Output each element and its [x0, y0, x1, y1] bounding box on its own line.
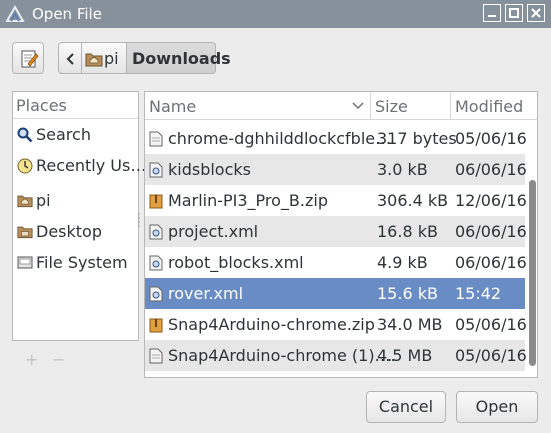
- archive-icon: [149, 194, 163, 209]
- file-modified: 12/06/16: [455, 191, 527, 210]
- xml-file-icon: [149, 255, 163, 271]
- cancel-button[interactable]: Cancel: [366, 391, 446, 423]
- desktop-folder-icon: [17, 226, 33, 239]
- add-place-button[interactable]: +: [25, 350, 38, 369]
- xml-file-icon: [149, 224, 163, 240]
- minimize-icon: [488, 15, 496, 17]
- file-name: Snap4Arduino-chrome.zip: [168, 315, 375, 334]
- column-header-name[interactable]: Name: [145, 92, 371, 120]
- file-name: robot_blocks.xml: [168, 253, 304, 272]
- xml-file-icon: [149, 162, 163, 178]
- file-size: 16.8 kB: [377, 222, 438, 241]
- maximize-icon: [509, 8, 519, 18]
- place-label: File System: [36, 253, 128, 272]
- close-button[interactable]: [527, 4, 545, 22]
- file-modified: 06/06/16: [455, 222, 527, 241]
- place-label: Recently Us…: [36, 156, 147, 175]
- type-filename-button[interactable]: [12, 42, 44, 74]
- path-button-downloads[interactable]: Downloads: [127, 42, 231, 74]
- path-label-pi: pi: [104, 49, 119, 68]
- place-label: pi: [36, 191, 51, 210]
- chevron-down-icon: [352, 102, 364, 110]
- app-logo-icon: [5, 4, 25, 22]
- path-button-pi[interactable]: pi: [82, 42, 127, 74]
- path-back-button[interactable]: [58, 42, 82, 74]
- minimize-button[interactable]: [483, 4, 501, 22]
- text-file-icon: [149, 348, 163, 364]
- file-modified: 05/06/16: [455, 346, 527, 365]
- file-row-selected[interactable]: rover.xml 15.6 kB 15:42: [145, 278, 525, 309]
- path-label-downloads: Downloads: [132, 49, 231, 68]
- file-size: 34.0 MB: [377, 315, 443, 334]
- file-modified: 06/06/16: [455, 160, 527, 179]
- maximize-button[interactable]: [505, 4, 523, 22]
- file-name: project.xml: [168, 222, 259, 241]
- file-name: Snap4Arduino-chrome (1)….: [168, 346, 396, 365]
- file-size: 4.9 kB: [377, 253, 428, 272]
- file-row[interactable]: Marlin-PI3_Pro_B.zip 306.4 kB 12/06/16: [145, 185, 527, 216]
- file-name: rover.xml: [168, 284, 244, 303]
- drive-icon: [17, 256, 33, 269]
- archive-icon: [149, 318, 163, 333]
- scrollbar-thumb[interactable]: [529, 180, 536, 366]
- file-modified: 06/06/16: [455, 253, 527, 272]
- search-icon: [17, 127, 33, 143]
- file-size: 306.4 kB: [377, 191, 449, 210]
- file-row[interactable]: chrome-dghhilddlockcfble… 317 bytes 05/0…: [145, 123, 527, 154]
- file-size: 15.6 kB: [377, 284, 438, 303]
- file-list[interactable]: Name Size Modified chrome-dghhilddlockcf…: [144, 91, 538, 378]
- title-bar[interactable]: Open File: [0, 0, 551, 28]
- file-row[interactable]: kidsblocks 3.0 kB 06/06/16: [145, 154, 527, 185]
- pane-splitter-handle[interactable]: [138, 212, 140, 228]
- window-title: Open File: [32, 5, 102, 23]
- file-name: kidsblocks: [168, 160, 251, 179]
- place-recently-used[interactable]: Recently Us…: [13, 152, 146, 180]
- place-home-pi[interactable]: pi: [13, 187, 138, 215]
- column-header-label: Modified: [455, 97, 524, 116]
- column-header-label: Name: [149, 97, 197, 116]
- file-modified: 05/06/16: [455, 129, 527, 148]
- place-label: Desktop: [36, 222, 102, 241]
- column-header-label: Size: [375, 97, 408, 116]
- remove-place-button[interactable]: −: [52, 350, 65, 369]
- file-modified: 05/06/16: [455, 315, 527, 334]
- close-icon: [531, 8, 541, 18]
- clock-icon: [17, 158, 33, 174]
- pencil-notepad-icon: [21, 50, 39, 68]
- file-row[interactable]: project.xml 16.8 kB 06/06/16: [145, 216, 527, 247]
- place-file-system[interactable]: File System: [13, 249, 138, 277]
- xml-file-icon: [149, 286, 163, 302]
- places-header[interactable]: Places: [13, 92, 138, 119]
- file-modified: 15:42: [455, 284, 502, 303]
- home-folder-icon: [17, 195, 33, 208]
- vertical-scrollbar[interactable]: [527, 121, 537, 377]
- place-search[interactable]: Search: [13, 121, 138, 149]
- place-label: Search: [36, 125, 91, 144]
- file-row[interactable]: Snap4Arduino-chrome (1)…. 4.5 MB 05/06/1…: [145, 340, 527, 371]
- place-desktop[interactable]: Desktop: [13, 218, 138, 246]
- file-row[interactable]: Snap4Arduino-chrome.zip 34.0 MB 05/06/16: [145, 309, 527, 340]
- open-button[interactable]: Open: [456, 391, 538, 423]
- places-sidebar: Places Search Recently Us… pi Desktop Fi…: [12, 91, 146, 341]
- home-folder-icon: [85, 53, 103, 67]
- file-size: 3.0 kB: [377, 160, 428, 179]
- text-file-icon: [149, 131, 163, 147]
- column-header-modified[interactable]: Modified: [451, 92, 537, 120]
- file-name: Marlin-PI3_Pro_B.zip: [168, 191, 328, 210]
- chevron-left-icon: [66, 53, 74, 65]
- file-size: 4.5 MB: [377, 346, 433, 365]
- file-name: chrome-dghhilddlockcfble…: [168, 129, 392, 148]
- file-row[interactable]: robot_blocks.xml 4.9 kB 06/06/16: [145, 247, 527, 278]
- file-size: 317 bytes: [377, 129, 457, 148]
- places-header-label: Places: [16, 96, 67, 115]
- column-header-size[interactable]: Size: [371, 92, 451, 120]
